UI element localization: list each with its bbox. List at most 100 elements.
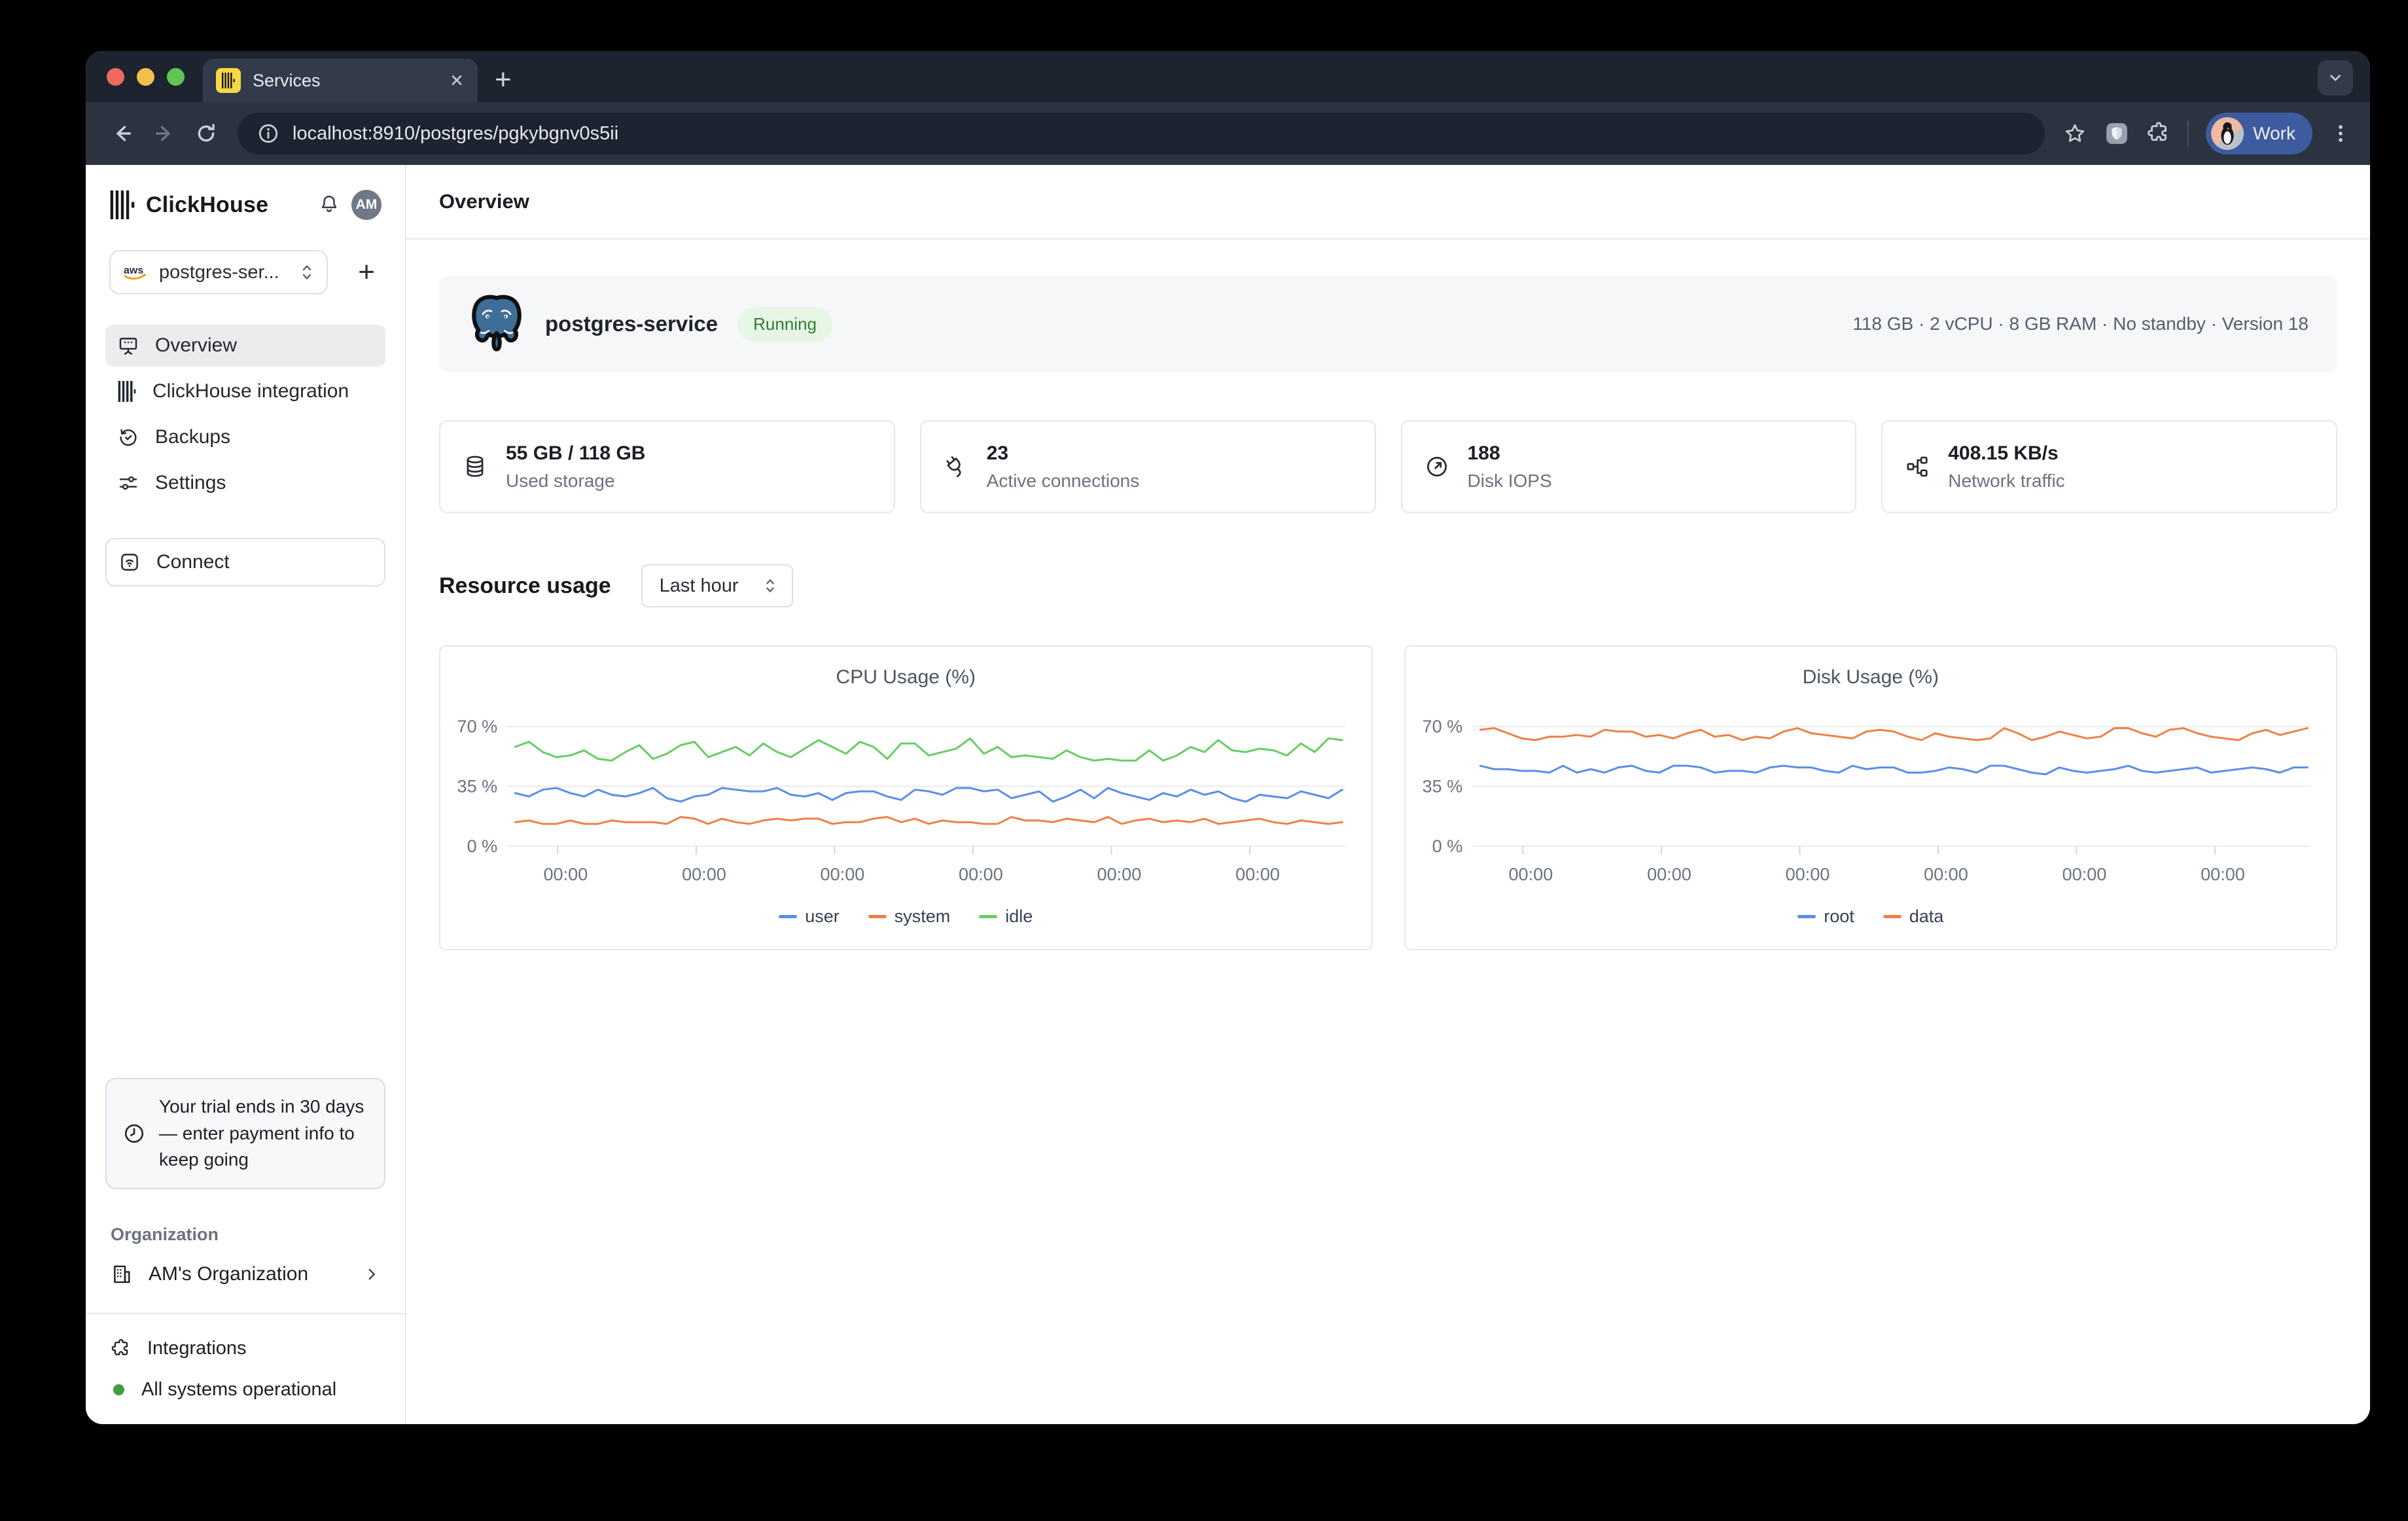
status-badge: Running (737, 307, 832, 342)
svg-text:00:00: 00:00 (2201, 864, 2245, 884)
cpu-usage-chart: CPU Usage (%) 0 %35 %70 %00:0000:0000:00… (439, 645, 1373, 950)
bookmark-star-icon[interactable] (2063, 122, 2087, 145)
sidebar-item-settings[interactable]: Settings (105, 462, 385, 504)
chevron-down-icon (2327, 69, 2344, 86)
connect-button[interactable]: Connect (105, 538, 385, 586)
organization-section-label: Organization (105, 1225, 385, 1245)
legend-swatch (979, 915, 997, 918)
time-range-select[interactable]: Last hour (641, 564, 793, 607)
forward-button[interactable] (146, 115, 183, 152)
clickhouse-logo (109, 190, 135, 219)
svg-text:0 %: 0 % (1432, 836, 1462, 856)
svg-text:70 %: 70 % (1422, 716, 1462, 736)
stat-value: 188 (1468, 442, 1552, 465)
integrations-link[interactable]: Integrations (105, 1338, 385, 1359)
svg-text:00:00: 00:00 (682, 864, 726, 884)
browser-menu-icon[interactable] (2329, 122, 2352, 145)
stat-card-disk-iops: 188 Disk IOPS (1401, 420, 1857, 513)
stat-card-used-storage: 55 GB / 118 GB Used storage (439, 420, 895, 513)
stat-label: Disk IOPS (1468, 471, 1552, 492)
legend-swatch (868, 915, 887, 918)
service-select[interactable]: aws postgres-ser... (109, 250, 328, 295)
user-avatar[interactable]: AM (351, 190, 381, 220)
toolbar-actions: Work (2063, 113, 2352, 154)
integrations-puzzle-icon (111, 1338, 132, 1359)
sidebar-item-overview[interactable]: Overview (105, 325, 385, 367)
svg-text:00:00: 00:00 (1647, 864, 1691, 884)
tab-services[interactable]: Services × (203, 59, 478, 102)
chart-title: Disk Usage (%) (1415, 666, 2328, 689)
sidebar-item-clickhouse-integration[interactable]: ClickHouse integration (105, 370, 385, 412)
new-tab-button[interactable]: + (495, 65, 512, 94)
clickhouse-favicon (216, 68, 241, 93)
service-name: postgres-service (545, 312, 718, 336)
sidebar: ClickHouse AM aws postgres-ser... (86, 165, 406, 1424)
database-icon (463, 454, 487, 479)
page-content: postgres-service Running 118 GB · 2 vCPU… (406, 240, 2370, 950)
sidebar-item-backups[interactable]: Backups (105, 416, 385, 458)
reload-button[interactable] (188, 115, 224, 152)
extensions-puzzle-icon[interactable] (2147, 122, 2170, 145)
browser-window: Services × + localhost:8910/postgres/pgk… (86, 51, 2370, 1424)
integrations-label: Integrations (147, 1338, 247, 1359)
stat-value: 23 (987, 442, 1139, 465)
postgresql-logo (468, 294, 525, 354)
chart-legend: rootdata (1415, 906, 2328, 927)
page-title: Overview (439, 190, 529, 213)
plug-icon (944, 454, 968, 479)
svg-text:0 %: 0 % (467, 836, 498, 856)
password-manager-shield-icon[interactable] (2104, 120, 2130, 147)
network-icon (1905, 454, 1930, 479)
chart-plot: 0 %35 %70 %00:0000:0000:0000:0000:0000:0… (1415, 695, 2328, 892)
site-info-icon[interactable] (257, 122, 279, 145)
url-bar[interactable]: localhost:8910/postgres/pgkybgnv0s5ii (238, 113, 2045, 154)
page-header: Overview (406, 165, 2370, 240)
disk-usage-chart: Disk Usage (%) 0 % 35 % 70 % 00:00 00:00 00:0… (1404, 645, 2338, 950)
stat-card-active-connections: 23 Active connections (920, 420, 1376, 513)
selected-service-name: postgres-ser... (159, 262, 289, 283)
notifications-bell-icon[interactable] (317, 193, 341, 217)
stat-label: Network traffic (1948, 471, 2064, 492)
svg-text:aws: aws (124, 265, 143, 276)
organization-name: AM's Organization (149, 1263, 347, 1285)
close-tab-icon[interactable]: × (448, 69, 466, 92)
service-specs: 118 GB · 2 vCPU · 8 GB RAM · No standby … (1852, 313, 2309, 334)
legend-item: system (868, 906, 951, 927)
resource-usage-header: Resource usage Last hour (439, 564, 2337, 607)
stat-label: Used storage (506, 471, 645, 492)
sidebar-divider (86, 1313, 405, 1314)
svg-text:00:00: 00:00 (1924, 864, 1968, 884)
tab-strip: Services × + (86, 51, 2370, 102)
zoom-window-button[interactable] (167, 68, 185, 86)
close-window-button[interactable] (107, 68, 124, 86)
profile-label: Work (2253, 123, 2295, 144)
select-updown-icon (299, 263, 315, 281)
svg-text:00:00: 00:00 (959, 864, 1003, 884)
svg-text:00:00: 00:00 (543, 864, 588, 884)
minimize-window-button[interactable] (137, 68, 154, 86)
overview-board-icon (117, 334, 139, 357)
tab-search-button[interactable] (2318, 60, 2353, 96)
back-button[interactable] (104, 115, 141, 152)
service-selector-row: aws postgres-ser... + (105, 250, 385, 295)
legend-item: data (1883, 906, 1944, 927)
gauge-icon (1425, 454, 1449, 479)
brand-row: ClickHouse AM (105, 190, 385, 220)
organization-row[interactable]: AM's Organization (105, 1263, 385, 1285)
sidebar-item-label: Backups (155, 426, 230, 448)
connect-label: Connect (156, 551, 230, 573)
service-hero-card: postgres-service Running 118 GB · 2 vCPU… (439, 276, 2337, 372)
system-status-row[interactable]: All systems operational (105, 1379, 385, 1401)
trial-notice-card: Your trial ends in 30 days — enter payme… (105, 1078, 385, 1189)
clickhouse-bars-icon (117, 381, 137, 402)
legend-swatch (779, 915, 797, 918)
resource-usage-title: Resource usage (439, 573, 611, 599)
main-area: Overview (406, 165, 2370, 1424)
stat-value: 408.15 KB/s (1948, 442, 2064, 465)
svg-text:00:00: 00:00 (821, 864, 865, 884)
svg-text:35 %: 35 % (1422, 776, 1462, 796)
sidebar-nav: Overview ClickHouse integration Backups (105, 325, 385, 504)
profile-button[interactable]: Work (2206, 113, 2312, 154)
add-service-button[interactable]: + (351, 258, 381, 287)
legend-item: idle (979, 906, 1033, 927)
